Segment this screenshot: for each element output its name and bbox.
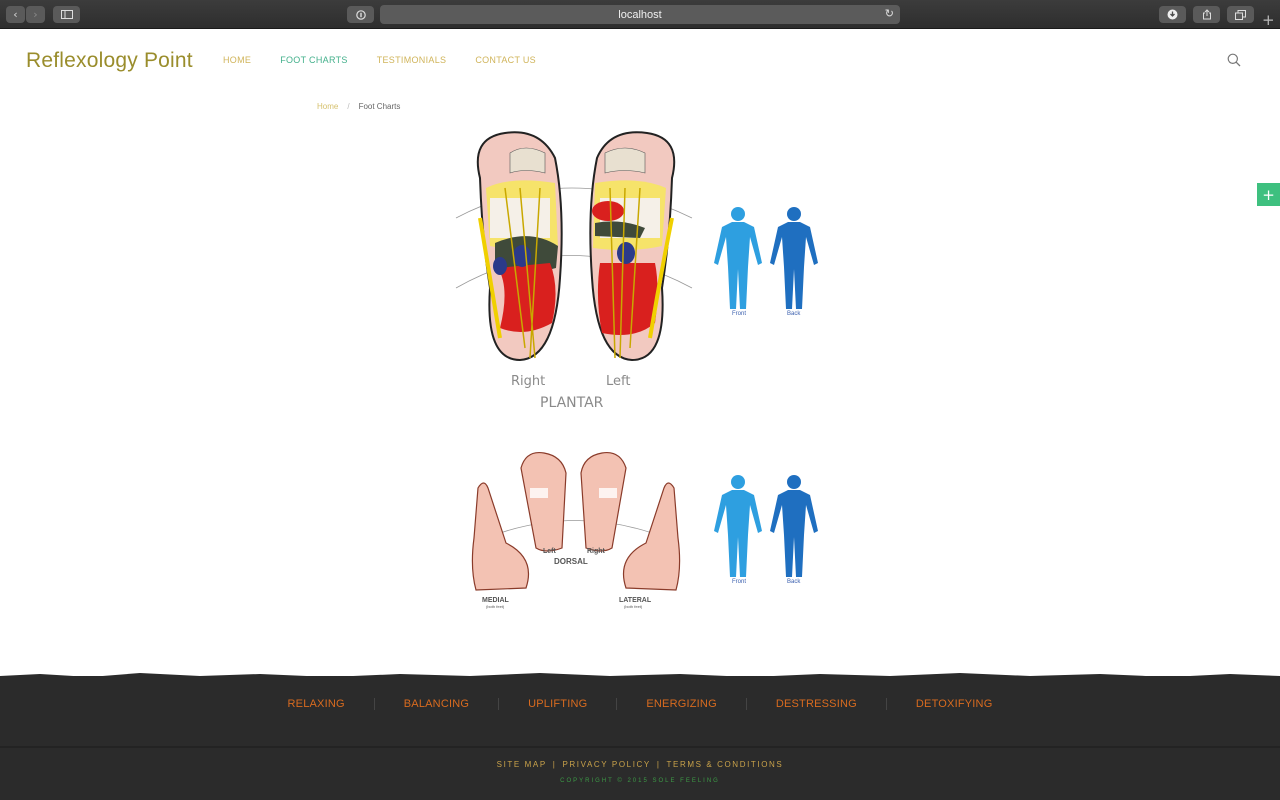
new-tab-icon[interactable]: + xyxy=(1262,11,1275,29)
privacy-button[interactable] xyxy=(347,6,374,23)
sidebar-icon xyxy=(60,10,73,19)
footer-detoxifying[interactable]: DETOXIFYING xyxy=(885,698,1022,710)
plantar-right-label: Right xyxy=(511,374,546,389)
medial-sub-label: (both feet) xyxy=(486,604,505,609)
terms-conditions-link[interactable]: TERMS & CONDITIONS xyxy=(667,760,784,769)
forward-button[interactable]: › xyxy=(26,6,45,23)
reload-icon[interactable]: ↻ xyxy=(885,7,894,20)
shield-icon xyxy=(355,9,366,20)
legal-separator: | xyxy=(552,760,557,769)
nav-testimonials[interactable]: TESTIMONIALS xyxy=(377,55,447,65)
tabs-button[interactable] xyxy=(1227,6,1254,23)
right-foot-illustration xyxy=(476,131,563,362)
main-nav: HOME FOOT CHARTS TESTIMONIALS CONTACT US xyxy=(223,55,565,65)
plantar-back-label: Back xyxy=(787,311,801,317)
plantar-front-label: Front xyxy=(732,311,747,317)
site-map-link[interactable]: SITE MAP xyxy=(497,760,547,769)
footer-relaxing[interactable]: RELAXING xyxy=(259,698,374,710)
copyright: COPYRIGHT © 2015 SOLE FEELING xyxy=(560,778,720,784)
plantar-foot-chart xyxy=(455,131,693,362)
browser-toolbar: ‹ › localhost ↻ + xyxy=(0,0,1280,29)
dorsal-title: DORSAL xyxy=(554,557,588,566)
legal-separator: | xyxy=(656,760,661,769)
dorsal-right-foot-illustration xyxy=(580,451,627,552)
plantar-title: PLANTAR xyxy=(540,395,604,411)
footer-energizing[interactable]: ENERGIZING xyxy=(616,698,745,710)
breadcrumb-separator: / xyxy=(347,102,350,111)
sidebar-toggle-button[interactable] xyxy=(53,6,80,23)
dorsal-right-label: Right xyxy=(587,548,605,555)
share-button[interactable] xyxy=(1193,6,1220,23)
nav-contact-us[interactable]: CONTACT US xyxy=(475,55,536,65)
plantar-left-label: Left xyxy=(606,374,631,389)
lateral-sub-label: (both feet) xyxy=(624,604,643,609)
nav-foot-charts[interactable]: FOOT CHARTS xyxy=(280,55,347,65)
url-text: localhost xyxy=(618,8,662,21)
privacy-policy-link[interactable]: PRIVACY POLICY xyxy=(562,760,650,769)
body-back-figure xyxy=(770,207,818,309)
medial-foot-illustration xyxy=(471,482,530,591)
footer-balancing[interactable]: BALANCING xyxy=(373,698,498,710)
body-back-figure-2 xyxy=(770,475,818,577)
tabs-icon xyxy=(1235,9,1246,20)
footer-destressing[interactable]: DESTRESSING xyxy=(745,698,886,710)
side-expand-button[interactable]: + xyxy=(1257,183,1280,206)
dorsal-left-foot-illustration xyxy=(520,451,567,552)
breadcrumb-current: Foot Charts xyxy=(358,102,401,111)
lateral-foot-illustration xyxy=(622,482,681,591)
footer-divider xyxy=(0,746,1280,748)
dorsal-foot-chart xyxy=(471,451,681,591)
downloads-button[interactable] xyxy=(1159,6,1186,23)
footer-categories: RELAXING BALANCING UPLIFTING ENERGIZING … xyxy=(0,698,1280,710)
medial-label: MEDIAL xyxy=(482,597,509,604)
torn-edge xyxy=(0,673,1280,682)
dorsal-front-label: Front xyxy=(732,579,747,585)
body-front-figure xyxy=(714,207,762,309)
nav-home[interactable]: HOME xyxy=(223,55,251,65)
address-bar[interactable]: localhost ↻ xyxy=(380,5,900,24)
search-icon[interactable] xyxy=(1227,53,1241,67)
body-front-figure-2 xyxy=(714,475,762,577)
share-icon xyxy=(1202,9,1211,20)
breadcrumb-home[interactable]: Home xyxy=(317,102,338,111)
footer-legal-links: SITE MAP | PRIVACY POLICY | TERMS & COND… xyxy=(0,760,1280,769)
breadcrumb: Home / Foot Charts xyxy=(317,102,400,111)
site-logo[interactable]: Reflexology Point xyxy=(26,49,193,73)
dorsal-back-label: Back xyxy=(787,579,801,585)
dorsal-left-label: Left xyxy=(543,548,556,555)
lateral-label: LATERAL xyxy=(619,597,652,604)
download-icon xyxy=(1167,9,1178,20)
back-button[interactable]: ‹ xyxy=(6,6,25,23)
left-foot-illustration xyxy=(589,131,676,362)
footer-uplifting[interactable]: UPLIFTING xyxy=(498,698,616,710)
